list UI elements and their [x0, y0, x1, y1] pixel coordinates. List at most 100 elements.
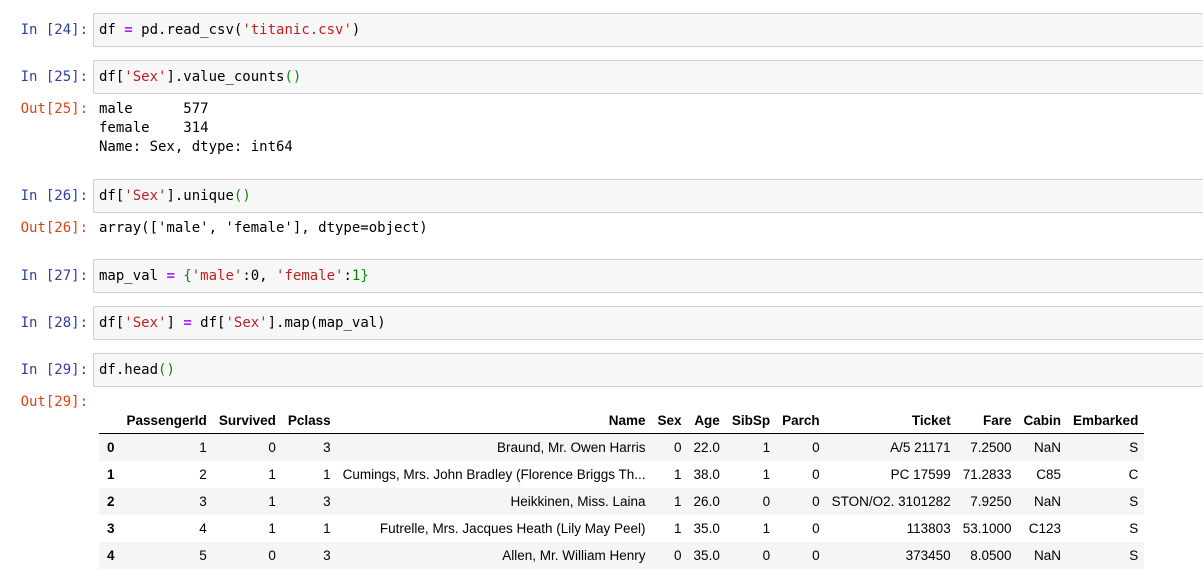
- table-cell: Allen, Mr. William Henry: [502, 548, 646, 563]
- code-token: pd.read_csv(: [132, 22, 243, 38]
- table-cell: 1: [323, 521, 331, 536]
- table-cell: Cumings, Mrs. John Bradley (Florence Bri…: [342, 467, 646, 482]
- table-cell: 0: [268, 440, 276, 455]
- table-row: 2 3 1 3 Heikkinen, Miss. Laina 1 26.0 0 0 STON/O2…: [99, 488, 1145, 515]
- table-cell: 1: [323, 467, 331, 482]
- table-row: 4 5 0 3 Allen, Mr. William Henry 0 35.0 0 0 37345…: [99, 542, 1145, 569]
- table-cell: 0: [268, 548, 276, 563]
- table-cell: 373450: [905, 548, 951, 563]
- code-input[interactable]: map_val = {'male':0, 'female':1}: [93, 259, 1203, 293]
- table-cell: 3: [323, 548, 331, 563]
- table-cell: 7.2500: [970, 440, 1012, 455]
- table-cell: 2: [199, 467, 207, 482]
- table-cell: 0: [812, 467, 820, 482]
- code-token: 'female': [276, 268, 344, 284]
- table-cell: 0: [674, 548, 682, 563]
- input-prompt: In [27]:: [20, 268, 88, 284]
- table-cell: S: [1129, 548, 1139, 563]
- table-row: 3 4 1 1 Futrelle, Mrs. Jacques Heath (Lily M…: [99, 515, 1144, 542]
- table-cell: 0: [812, 494, 820, 509]
- input-prompt: In [25]:: [20, 69, 88, 85]
- table-cell: 1: [199, 440, 207, 455]
- table-cell: 35.0: [693, 548, 720, 563]
- code-token: =: [183, 315, 192, 331]
- code-token: (): [284, 69, 302, 85]
- row-index: 3: [107, 521, 115, 536]
- table-cell: 1: [268, 494, 276, 509]
- column-header: SibSp: [725, 408, 777, 434]
- table-cell: 38.0: [693, 467, 720, 482]
- code-token: map_val: [99, 268, 167, 284]
- table-cell: NaN: [1034, 494, 1062, 509]
- column-header: Embarked: [1067, 408, 1145, 434]
- table-cell: 5: [199, 548, 207, 563]
- table-cell: Braund, Mr. Owen Harris: [496, 440, 646, 455]
- table-cell: 8.0500: [970, 548, 1012, 563]
- table-cell: 35.0: [693, 521, 720, 536]
- code-token: (): [233, 188, 251, 204]
- column-header: Cabin: [1017, 408, 1068, 434]
- code-token: ].value_counts: [166, 69, 285, 85]
- code-text: df = pd.read_csv('titanic.csv'): [99, 22, 360, 38]
- column-header: Parch: [776, 408, 826, 434]
- code-input[interactable]: df.head(): [93, 353, 1203, 387]
- table-cell: 1: [674, 494, 682, 509]
- table-cell: STON/O2. 3101282: [831, 494, 951, 509]
- output-prompt: Out[26]:: [20, 220, 88, 236]
- table-cell: 0: [674, 440, 682, 455]
- table-cell: 0: [762, 548, 771, 563]
- code-input[interactable]: df = pd.read_csv('titanic.csv'): [93, 13, 1203, 47]
- column-header: Fare: [956, 408, 1018, 434]
- table-cell: 26.0: [693, 494, 720, 509]
- unique-output: array(['male', 'female'], dtype=object): [99, 220, 428, 236]
- output-prompt: Out[29]:: [20, 394, 88, 410]
- table-cell: Heikkinen, Miss. Laina: [510, 494, 646, 509]
- code-token: 'Sex': [124, 315, 167, 331]
- table-cell: 0: [812, 548, 820, 563]
- code-token: df[: [99, 69, 125, 85]
- table-cell: 1: [268, 467, 276, 482]
- code-text: df['Sex'].unique(): [99, 188, 251, 204]
- column-header: Survived: [212, 408, 282, 434]
- code-token: df[: [191, 315, 226, 331]
- code-text: df['Sex'].value_counts(): [99, 69, 301, 85]
- code-input[interactable]: df['Sex'].unique(): [93, 179, 1203, 213]
- row-index: 1: [107, 467, 115, 482]
- table-cell: 113803: [906, 521, 951, 536]
- column-header: Pclass: [281, 408, 337, 434]
- code-token: 'male': [191, 268, 243, 284]
- column-header: Age: [687, 408, 726, 434]
- code-token: df[: [99, 188, 125, 204]
- input-prompt: In [28]:: [20, 315, 88, 331]
- table-cell: NaN: [1034, 548, 1062, 563]
- code-input[interactable]: df['Sex'] = df['Sex'].map(map_val): [93, 306, 1203, 340]
- output-prompt: Out[25]:: [20, 101, 88, 117]
- code-token: ].unique: [166, 188, 234, 204]
- code-token: df: [99, 22, 125, 38]
- code-text: df['Sex'] = df['Sex'].map(map_val): [99, 315, 386, 331]
- table-cell: S: [1129, 440, 1139, 455]
- code-token: =: [166, 268, 175, 284]
- table-cell: NaN: [1034, 440, 1062, 455]
- code-token: 'titanic.csv': [242, 22, 352, 38]
- code-token: ].map(map_val): [267, 315, 386, 331]
- value-counts-output: male 577 female 314 Name: Sex, dtype: in…: [99, 101, 293, 155]
- table-cell: C85: [1036, 467, 1062, 482]
- table-cell: 3: [323, 440, 331, 455]
- table-cell: 1: [674, 521, 682, 536]
- code-token: 'Sex': [124, 188, 167, 204]
- table-cell: 1: [268, 521, 276, 536]
- code-text: map_val = {'male':0, 'female':1}: [99, 268, 369, 284]
- code-input[interactable]: df['Sex'].value_counts(): [93, 60, 1203, 94]
- table-cell: S: [1129, 521, 1139, 536]
- table-cell: C: [1128, 467, 1139, 482]
- table-cell: 1: [762, 440, 771, 455]
- code-token: {: [183, 268, 192, 284]
- code-token: :: [343, 268, 352, 284]
- code-token: ]: [166, 315, 184, 331]
- table-cell: 22.0: [693, 440, 720, 455]
- table-cell: 3: [199, 494, 207, 509]
- code-token: 'Sex': [124, 69, 167, 85]
- column-header: Name: [336, 408, 652, 434]
- code-token: }: [360, 268, 369, 284]
